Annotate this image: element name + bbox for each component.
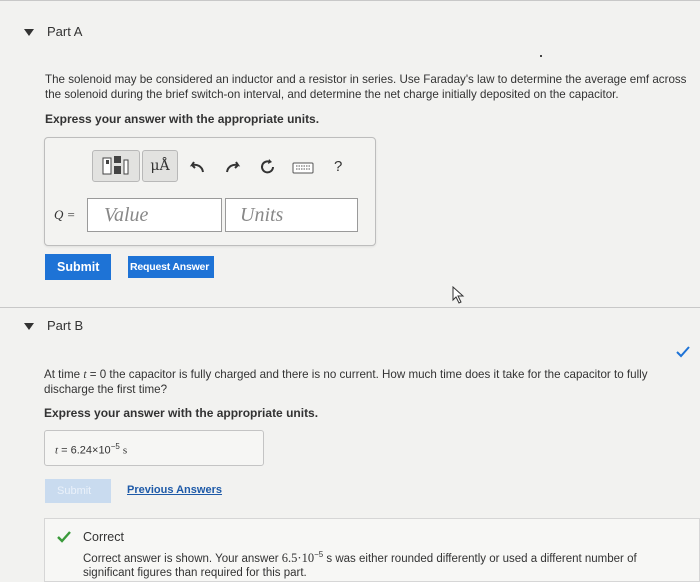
variable-label: Q = <box>54 207 75 223</box>
undo-icon[interactable] <box>188 160 206 174</box>
answer-eq: = <box>58 444 71 457</box>
part-a-instruction: Express your answer with the appropriate… <box>45 112 320 126</box>
reset-icon[interactable] <box>259 158 277 176</box>
answer-mantissa: 6.24×10 <box>70 444 111 457</box>
feedback-text-exponent: −5 <box>314 550 324 559</box>
help-icon[interactable]: ? <box>334 158 342 175</box>
redo-icon[interactable] <box>224 160 242 174</box>
submit-button[interactable]: Submit <box>45 254 111 280</box>
answer-unit: s <box>122 444 128 457</box>
feedback-text: Correct answer is shown. Your answer 6.5… <box>83 548 688 580</box>
submitted-answer: t = 6.24×10−5 s <box>55 442 127 457</box>
part-b-description-prefix: At time <box>44 368 84 381</box>
part-a-title[interactable]: Part A <box>47 24 82 39</box>
templates-button[interactable] <box>92 150 140 182</box>
part-b-title[interactable]: Part B <box>47 318 83 333</box>
part-b-instruction: Express your answer with the appropriate… <box>44 406 319 420</box>
feedback-text-prefix: Correct answer is shown. Your answer <box>83 552 282 565</box>
answer-exponent: −5 <box>110 442 120 451</box>
value-input[interactable]: Value <box>87 198 222 232</box>
dot-mark <box>540 55 542 57</box>
feedback-text-value: 6.5·10 <box>281 550 315 565</box>
variable-label-text: Q = <box>54 207 76 222</box>
mouse-cursor-icon <box>452 286 465 304</box>
collapse-caret-icon[interactable] <box>24 29 34 36</box>
divider <box>0 0 700 1</box>
correct-check-icon <box>57 531 71 543</box>
units-button[interactable]: μÅ <box>142 150 178 182</box>
templates-icon <box>102 156 129 175</box>
request-answer-button[interactable]: Request Answer <box>128 256 214 278</box>
units-input[interactable]: Units <box>225 198 358 232</box>
feedback-title: Correct <box>83 530 124 544</box>
check-icon <box>676 346 690 358</box>
submitted-answer-box: t = 6.24×10−5 s <box>44 430 264 466</box>
keyboard-icon[interactable] <box>292 162 314 174</box>
part-a-description: The solenoid may be considered an induct… <box>45 73 687 101</box>
part-b-description: At time t = 0 the capacitor is fully cha… <box>44 367 689 397</box>
previous-answers-link[interactable]: Previous Answers <box>127 484 222 496</box>
divider <box>0 307 700 308</box>
collapse-caret-icon[interactable] <box>24 323 34 330</box>
part-b-description-rest: = 0 the capacitor is fully charged and t… <box>44 368 648 396</box>
submit-button-disabled[interactable]: Submit <box>45 479 111 503</box>
